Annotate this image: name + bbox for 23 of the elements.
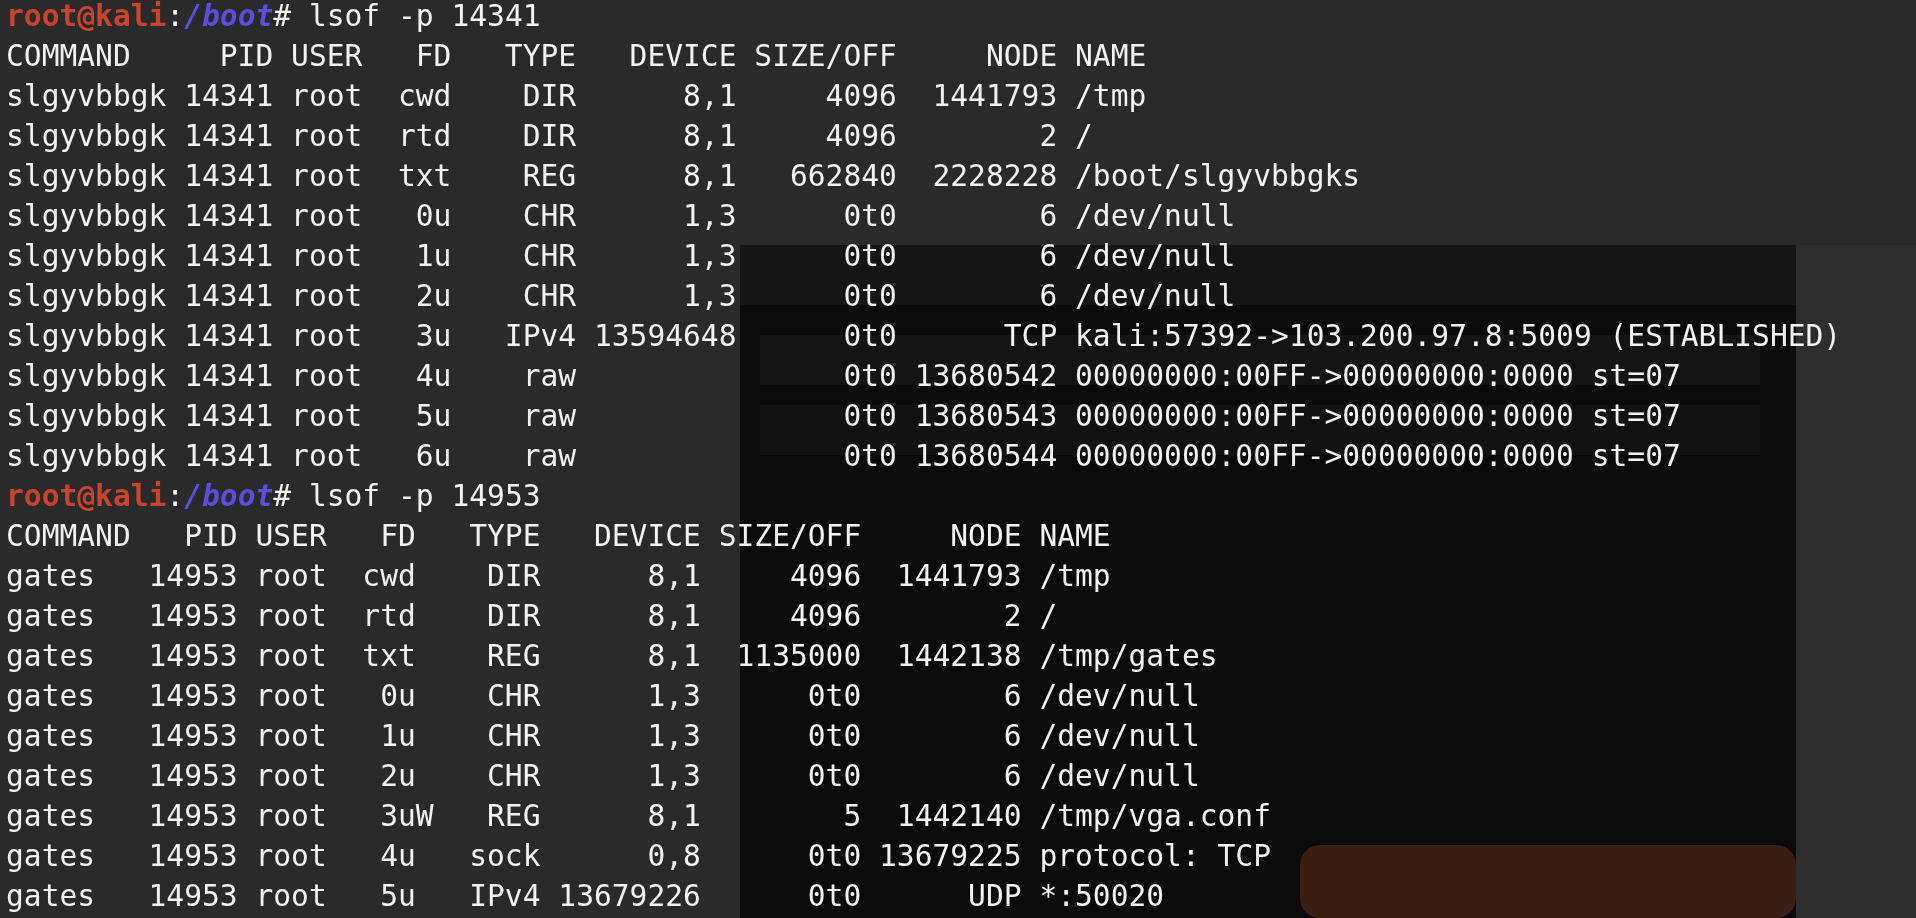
output-line: slgyvbbgk 14341 root 0u CHR 1,3 0t0 6 /dev/null <box>6 198 1236 235</box>
output-line: slgyvbbgk 14341 root txt REG 8,1 662840 2228228 /boot/slgyvbbgks <box>6 158 1361 195</box>
output-line: COMMAND PID USER FD TYPE DEVICE SIZE/OFF NODE NAME <box>6 38 1147 75</box>
output-line: gates 14953 root rtd DIR 8,1 4096 2 / <box>6 598 1058 635</box>
output-line: gates 14953 root 1u CHR 1,3 0t0 6 /dev/null <box>6 718 1200 755</box>
output-line: slgyvbbgk 14341 root cwd DIR 8,1 4096 1441793 /tmp <box>6 78 1147 115</box>
prompt-line: root@kali:/boot# lsof -p 14953 <box>6 478 541 515</box>
output-line: slgyvbbgk 14341 root 3u IPv4 13594648 0t0 TCP kali:57392->103.200.97.8:5009 (ESTABLISHED) <box>6 318 1842 355</box>
output-line: COMMAND PID USER FD TYPE DEVICE SIZE/OFF NODE NAME <box>6 518 1111 555</box>
output-line: slgyvbbgk 14341 root 1u CHR 1,3 0t0 6 /dev/null <box>6 238 1236 275</box>
output-line: slgyvbbgk 14341 root 4u raw 0t0 13680542 00000000:00FF->00000000:0000 st=07 <box>6 358 1681 395</box>
output-line: slgyvbbgk 14341 root 6u raw 0t0 13680544 00000000:00FF->00000000:0000 st=07 <box>6 438 1681 475</box>
output-line: gates 14953 root 0u CHR 1,3 0t0 6 /dev/null <box>6 678 1200 715</box>
output-line: gates 14953 root txt REG 8,1 1135000 1442138 /tmp/gates <box>6 638 1218 675</box>
output-line: gates 14953 root 5u IPv4 13679226 0t0 UDP *:50020 <box>6 878 1165 915</box>
output-line: slgyvbbgk 14341 root 2u CHR 1,3 0t0 6 /dev/null <box>6 278 1236 315</box>
prompt-line: root@kali:/boot# lsof -p 14341 <box>6 0 541 35</box>
output-line: slgyvbbgk 14341 root 5u raw 0t0 13680543 00000000:00FF->00000000:0000 st=07 <box>6 398 1681 435</box>
output-line: slgyvbbgk 14341 root rtd DIR 8,1 4096 2 / <box>6 118 1093 155</box>
output-line: gates 14953 root cwd DIR 8,1 4096 1441793 /tmp <box>6 558 1111 595</box>
output-line: gates 14953 root 2u CHR 1,3 0t0 6 /dev/null <box>6 758 1200 795</box>
output-line: gates 14953 root 4u sock 0,8 0t0 13679225 protocol: TCP <box>6 838 1271 875</box>
output-line: gates 14953 root 3uW REG 8,1 5 1442140 /tmp/vga.conf <box>6 798 1271 835</box>
